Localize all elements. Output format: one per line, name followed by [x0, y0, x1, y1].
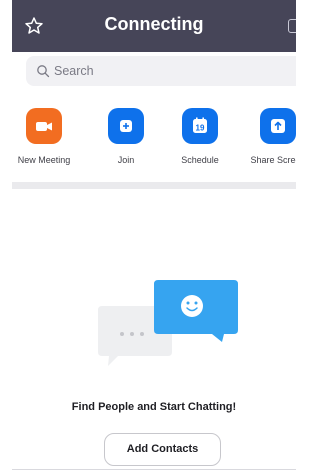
- calendar-icon: 19: [182, 108, 218, 144]
- chat-illustration: [98, 278, 238, 378]
- schedule-label: Schedule: [181, 155, 219, 165]
- join-button[interactable]: Join: [86, 108, 166, 165]
- page-title: Connecting: [104, 14, 204, 34]
- search-icon: [36, 64, 50, 78]
- schedule-button[interactable]: 19 Schedule: [160, 108, 240, 165]
- top-bar: Connecting: [12, 0, 296, 52]
- empty-state-title: Find People and Start Chatting!: [71, 401, 237, 413]
- zoom-home-screen: Connecting Search New Meeting Join 19 Sc…: [12, 0, 296, 473]
- section-divider: [12, 182, 296, 189]
- share-screen-button[interactable]: Share Screen: [238, 108, 296, 165]
- search-input[interactable]: Search: [26, 56, 296, 86]
- add-contacts-button[interactable]: Add Contacts: [104, 433, 221, 466]
- search-placeholder: Search: [54, 64, 94, 78]
- new-meeting-label: New Meeting: [17, 155, 71, 165]
- chat-bubble-blue-smiley-icon: [154, 280, 238, 342]
- join-label: Join: [117, 155, 135, 165]
- action-row: New Meeting Join 19 Schedule Share Scre: [12, 100, 296, 182]
- more-options-icon[interactable]: [288, 19, 296, 33]
- new-meeting-button[interactable]: New Meeting: [12, 108, 84, 165]
- bottom-divider: [12, 469, 296, 470]
- calendar-day: 19: [196, 124, 205, 133]
- share-screen-label: Share Screen: [250, 155, 296, 165]
- search-area: Search: [12, 52, 296, 92]
- plus-icon: [108, 108, 144, 144]
- video-camera-icon: [26, 108, 62, 144]
- share-screen-icon: [260, 108, 296, 144]
